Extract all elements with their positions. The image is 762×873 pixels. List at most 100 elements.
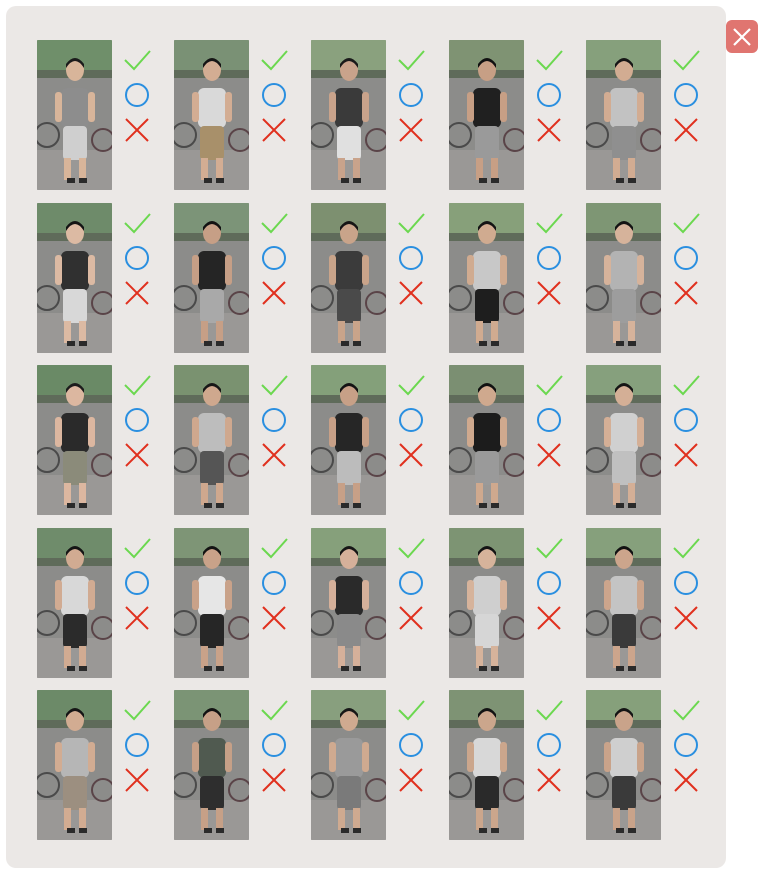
match-check-icon[interactable]: [260, 371, 288, 399]
match-check-icon[interactable]: [535, 534, 563, 562]
no-match-cross-icon[interactable]: [123, 766, 151, 794]
no-match-cross-icon[interactable]: [535, 279, 563, 307]
person-image[interactable]: [37, 365, 112, 515]
person-image[interactable]: [174, 40, 249, 190]
uncertain-circle-icon[interactable]: [123, 731, 151, 759]
uncertain-circle-icon[interactable]: [535, 406, 563, 434]
uncertain-circle-icon[interactable]: [260, 244, 288, 272]
no-match-cross-icon[interactable]: [123, 441, 151, 469]
match-check-icon[interactable]: [123, 209, 151, 237]
match-check-icon[interactable]: [397, 46, 425, 74]
match-check-icon[interactable]: [123, 534, 151, 562]
no-match-cross-icon[interactable]: [260, 766, 288, 794]
no-match-cross-icon[interactable]: [260, 279, 288, 307]
no-match-cross-icon[interactable]: [535, 441, 563, 469]
match-check-icon[interactable]: [672, 46, 700, 74]
no-match-cross-icon[interactable]: [123, 604, 151, 632]
match-check-icon[interactable]: [672, 534, 700, 562]
person-image[interactable]: [37, 203, 112, 353]
no-match-cross-icon[interactable]: [672, 279, 700, 307]
match-check-icon[interactable]: [535, 371, 563, 399]
no-match-cross-icon[interactable]: [123, 279, 151, 307]
uncertain-circle-icon[interactable]: [260, 406, 288, 434]
uncertain-circle-icon[interactable]: [672, 569, 700, 597]
uncertain-circle-icon[interactable]: [397, 731, 425, 759]
person-image[interactable]: [586, 690, 661, 840]
match-check-icon[interactable]: [260, 46, 288, 74]
no-match-cross-icon[interactable]: [397, 766, 425, 794]
match-check-icon[interactable]: [123, 696, 151, 724]
person-image[interactable]: [586, 203, 661, 353]
match-check-icon[interactable]: [260, 696, 288, 724]
match-check-icon[interactable]: [672, 209, 700, 237]
person-image[interactable]: [449, 40, 524, 190]
no-match-cross-icon[interactable]: [672, 116, 700, 144]
uncertain-circle-icon[interactable]: [260, 569, 288, 597]
person-image[interactable]: [311, 690, 386, 840]
person-image[interactable]: [449, 690, 524, 840]
no-match-cross-icon[interactable]: [672, 441, 700, 469]
close-button[interactable]: [726, 20, 758, 53]
no-match-cross-icon[interactable]: [260, 116, 288, 144]
uncertain-circle-icon[interactable]: [397, 569, 425, 597]
match-check-icon[interactable]: [672, 696, 700, 724]
uncertain-circle-icon[interactable]: [535, 569, 563, 597]
no-match-cross-icon[interactable]: [535, 604, 563, 632]
match-check-icon[interactable]: [397, 371, 425, 399]
uncertain-circle-icon[interactable]: [672, 406, 700, 434]
no-match-cross-icon[interactable]: [397, 441, 425, 469]
uncertain-circle-icon[interactable]: [672, 244, 700, 272]
no-match-cross-icon[interactable]: [397, 604, 425, 632]
no-match-cross-icon[interactable]: [397, 116, 425, 144]
no-match-cross-icon[interactable]: [535, 116, 563, 144]
person-image[interactable]: [586, 528, 661, 678]
match-check-icon[interactable]: [260, 209, 288, 237]
uncertain-circle-icon[interactable]: [672, 731, 700, 759]
uncertain-circle-icon[interactable]: [123, 569, 151, 597]
uncertain-circle-icon[interactable]: [535, 244, 563, 272]
person-image[interactable]: [37, 528, 112, 678]
person-image[interactable]: [311, 203, 386, 353]
uncertain-circle-icon[interactable]: [260, 81, 288, 109]
no-match-cross-icon[interactable]: [123, 116, 151, 144]
uncertain-circle-icon[interactable]: [672, 81, 700, 109]
uncertain-circle-icon[interactable]: [123, 81, 151, 109]
person-image[interactable]: [449, 528, 524, 678]
person-image[interactable]: [174, 528, 249, 678]
person-image[interactable]: [37, 690, 112, 840]
uncertain-circle-icon[interactable]: [397, 81, 425, 109]
match-check-icon[interactable]: [123, 46, 151, 74]
uncertain-circle-icon[interactable]: [535, 81, 563, 109]
uncertain-circle-icon[interactable]: [260, 731, 288, 759]
match-check-icon[interactable]: [397, 534, 425, 562]
uncertain-circle-icon[interactable]: [123, 406, 151, 434]
person-image[interactable]: [311, 528, 386, 678]
no-match-cross-icon[interactable]: [535, 766, 563, 794]
person-image[interactable]: [586, 365, 661, 515]
no-match-cross-icon[interactable]: [397, 279, 425, 307]
uncertain-circle-icon[interactable]: [397, 406, 425, 434]
person-image[interactable]: [174, 203, 249, 353]
person-image[interactable]: [586, 40, 661, 190]
match-check-icon[interactable]: [397, 209, 425, 237]
person-image[interactable]: [174, 690, 249, 840]
match-check-icon[interactable]: [535, 209, 563, 237]
person-image[interactable]: [449, 203, 524, 353]
no-match-cross-icon[interactable]: [260, 441, 288, 469]
no-match-cross-icon[interactable]: [260, 604, 288, 632]
match-check-icon[interactable]: [672, 371, 700, 399]
match-check-icon[interactable]: [535, 46, 563, 74]
uncertain-circle-icon[interactable]: [397, 244, 425, 272]
match-check-icon[interactable]: [123, 371, 151, 399]
match-check-icon[interactable]: [535, 696, 563, 724]
person-image[interactable]: [449, 365, 524, 515]
uncertain-circle-icon[interactable]: [123, 244, 151, 272]
no-match-cross-icon[interactable]: [672, 766, 700, 794]
match-check-icon[interactable]: [260, 534, 288, 562]
person-image[interactable]: [311, 365, 386, 515]
match-check-icon[interactable]: [397, 696, 425, 724]
person-image[interactable]: [311, 40, 386, 190]
no-match-cross-icon[interactable]: [672, 604, 700, 632]
person-image[interactable]: [37, 40, 112, 190]
uncertain-circle-icon[interactable]: [535, 731, 563, 759]
